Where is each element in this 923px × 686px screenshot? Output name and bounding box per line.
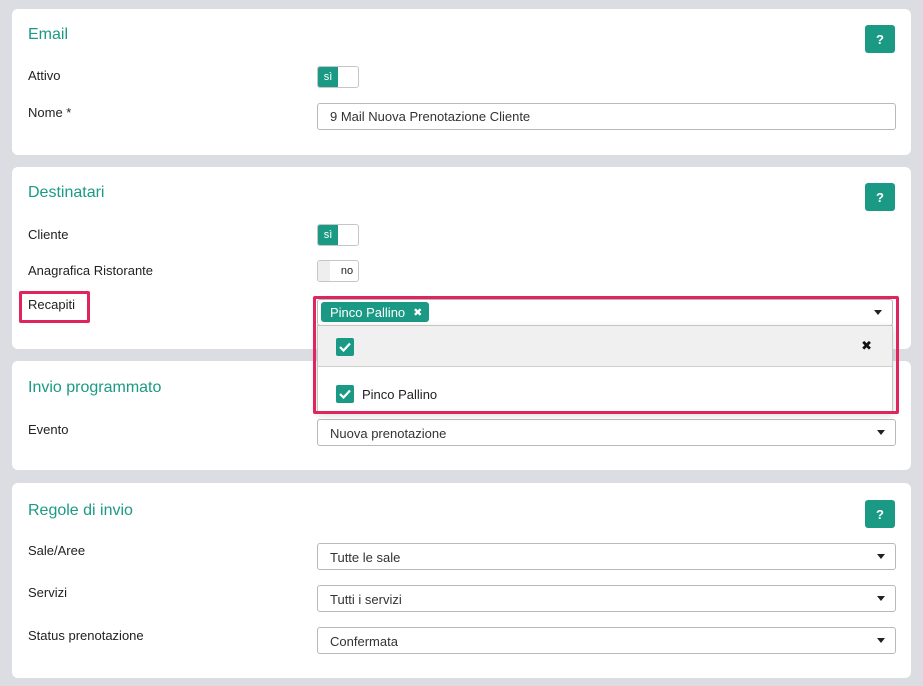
destinatari-section-title: Destinatari (28, 184, 105, 201)
sale-value: Tutte le sale (330, 550, 401, 565)
caret-down-icon (877, 596, 885, 601)
cliente-label: Cliente (28, 227, 69, 242)
evento-label: Evento (28, 422, 69, 437)
email-card: Email ? Attivo sì Nome * 9 Mail Nuova Pr… (12, 9, 911, 155)
destinatari-help-button[interactable]: ? (865, 183, 895, 211)
attivo-label: Attivo (28, 68, 61, 83)
attivo-toggle[interactable]: sì (317, 66, 359, 88)
caret-down-icon (877, 430, 885, 435)
status-select[interactable]: Confermata (317, 627, 896, 654)
toggle-on-state: sì (318, 67, 338, 87)
caret-down-icon (874, 310, 882, 315)
sale-label: Sale/Aree (28, 543, 86, 558)
nome-input[interactable]: 9 Mail Nuova Prenotazione Cliente (317, 103, 896, 130)
sale-select[interactable]: Tutte le sale (317, 543, 896, 570)
servizi-value: Tutti i servizi (330, 592, 402, 607)
caret-down-icon (877, 638, 885, 643)
option-label[interactable]: Pinco Pallino (362, 387, 437, 402)
regole-help-button[interactable]: ? (865, 500, 895, 528)
check-icon (339, 389, 351, 399)
evento-select[interactable]: Nuova prenotazione (317, 419, 896, 446)
recapiti-label: Recapiti (28, 297, 75, 312)
anagrafica-label: Anagrafica Ristorante (28, 263, 154, 278)
regole-section-title: Regole di invio (28, 502, 133, 519)
cliente-toggle[interactable]: sì (317, 224, 359, 246)
evento-value: Nuova prenotazione (330, 426, 447, 441)
toggle-off-state: no (340, 265, 354, 277)
nome-label: Nome * (28, 105, 72, 120)
select-all-checkbox[interactable] (336, 338, 354, 356)
caret-down-icon (877, 554, 885, 559)
check-icon (339, 342, 351, 352)
email-help-button[interactable]: ? (865, 25, 895, 53)
invio-section-title: Invio programmato (28, 379, 162, 396)
recapiti-tag[interactable]: Pinco Pallino ✖ (321, 302, 430, 322)
recapiti-dropdown: ✖ Pinco Pallino (317, 325, 893, 412)
status-value: Confermata (330, 634, 398, 649)
remove-tag-icon[interactable]: ✖ (413, 306, 422, 319)
option-checkbox[interactable] (336, 385, 354, 403)
email-section-title: Email (28, 26, 69, 43)
dropdown-header: ✖ (318, 326, 892, 367)
regole-card: Regole di invio ? Sale/Aree Tutte le sal… (12, 483, 911, 678)
status-label: Status prenotazione (28, 628, 144, 643)
servizi-select[interactable]: Tutti i servizi (317, 585, 896, 612)
toggle-knob (318, 261, 330, 281)
servizi-label: Servizi (28, 585, 68, 600)
toggle-on-state: sì (318, 225, 338, 245)
close-icon[interactable]: ✖ (861, 338, 872, 354)
recapiti-tag-label: Pinco Pallino (330, 304, 406, 320)
anagrafica-toggle[interactable]: no (317, 260, 359, 282)
